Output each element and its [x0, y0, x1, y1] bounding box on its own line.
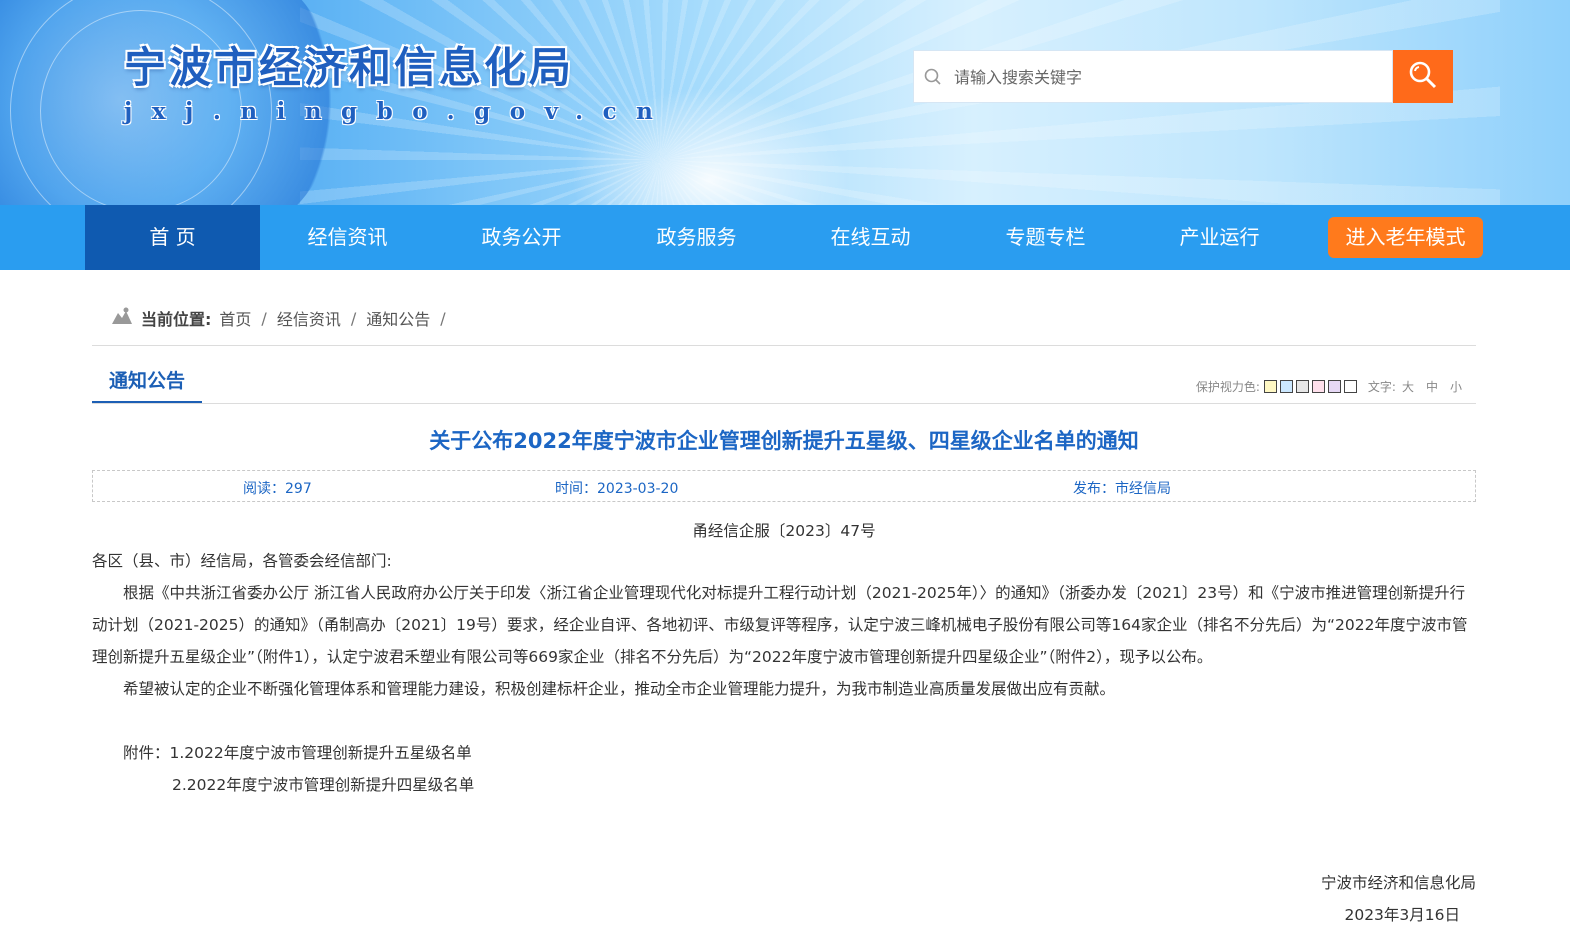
eye-color-swatch[interactable] — [1327, 380, 1341, 393]
article-meta: 阅读：297 时间：2023-03-20 发布：市经信局 — [92, 470, 1476, 502]
nav-item-news[interactable]: 经信资讯 — [260, 205, 435, 270]
search-button[interactable] — [1393, 50, 1453, 103]
eye-color-swatch[interactable] — [1279, 380, 1293, 393]
font-size-large[interactable]: 大 — [1402, 378, 1414, 395]
eye-color-swatch[interactable] — [1295, 380, 1309, 393]
publisher: 发布：市经信局 — [1073, 481, 1171, 497]
search-box — [913, 50, 1393, 104]
signature: 宁波市经济和信息化局 — [1320, 874, 1476, 892]
breadcrumb-separator: / — [440, 308, 446, 328]
eye-color-label: 保护视力色: — [1195, 380, 1260, 394]
location-icon — [111, 307, 133, 329]
elder-mode-button[interactable]: 进入老年模式 — [1328, 217, 1483, 258]
reading-tools: 保护视力色: 文字: 大 中 小 — [1196, 378, 1462, 395]
breadcrumb: 当前位置: 首页 / 经信资讯 / 通知公告 / — [111, 306, 456, 330]
main-nav: 首 页 经信资讯 政务公开 政务服务 在线互动 专题专栏 产业运行 进入老年模式 — [0, 205, 1570, 270]
breadcrumb-notices[interactable]: 通知公告 — [366, 306, 430, 330]
search-icon — [924, 68, 942, 90]
attachment-link[interactable]: 2.2022年度宁波市管理创新提升四星级名单 — [172, 769, 972, 801]
nav-item-interaction[interactable]: 在线互动 — [783, 205, 958, 270]
attachment-link[interactable]: 附件：1.2022年度宁波市管理创新提升五星级名单 — [123, 737, 923, 769]
article-title: 关于公布2022年度宁波市企业管理创新提升五星级、四星级企业名单的通知 — [429, 429, 1139, 453]
signature-date: 2023年3月16日 — [1344, 906, 1460, 924]
font-size-label: 文字: — [1367, 380, 1396, 394]
site-url: jxj.ningbo.gov.cn — [124, 98, 673, 125]
divider — [92, 403, 1476, 404]
read-count: 阅读：297 — [243, 481, 312, 497]
nav-item-gov-open[interactable]: 政务公开 — [434, 205, 609, 270]
paragraph: 希望被认定的企业不断强化管理体系和管理能力建设，积极创建标杆企业，推动全市企业管… — [123, 680, 1116, 698]
search-input[interactable] — [952, 51, 1386, 104]
divider — [92, 345, 1476, 346]
breadcrumb-label: 当前位置: — [141, 310, 212, 329]
greeting: 各区（县、市）经信局，各管委会经信部门: — [92, 552, 392, 570]
breadcrumb-news[interactable]: 经信资讯 — [277, 306, 341, 330]
nav-item-home[interactable]: 首 页 — [85, 205, 260, 270]
font-size-medium[interactable]: 中 — [1426, 378, 1438, 395]
nav-item-industry[interactable]: 产业运行 — [1132, 205, 1307, 270]
document-number: 甬经信企服〔2023〕47号 — [692, 522, 876, 540]
breadcrumb-separator: / — [350, 308, 357, 328]
eye-color-swatch[interactable] — [1263, 380, 1277, 393]
search-icon — [1408, 60, 1438, 94]
eye-color-swatch[interactable] — [1311, 380, 1325, 393]
column-title: 通知公告 — [92, 366, 202, 404]
header-banner: 宁波市经济和信息化局 jxj.ningbo.gov.cn — [0, 0, 1570, 205]
publish-time: 时间：2023-03-20 — [555, 481, 679, 497]
site-title[interactable]: 宁波市经济和信息化局 — [124, 34, 574, 95]
breadcrumb-home[interactable]: 首页 — [219, 306, 251, 330]
font-size-small[interactable]: 小 — [1450, 378, 1462, 395]
nav-item-gov-service[interactable]: 政务服务 — [609, 205, 784, 270]
paragraph: 根据《中共浙江省委办公厅 浙江省人民政府办公厅关于印发〈浙江省企业管理现代化对标… — [92, 584, 1468, 666]
breadcrumb-separator: / — [261, 308, 267, 328]
nav-item-topics[interactable]: 专题专栏 — [958, 205, 1133, 270]
eye-color-swatch[interactable] — [1343, 380, 1357, 393]
